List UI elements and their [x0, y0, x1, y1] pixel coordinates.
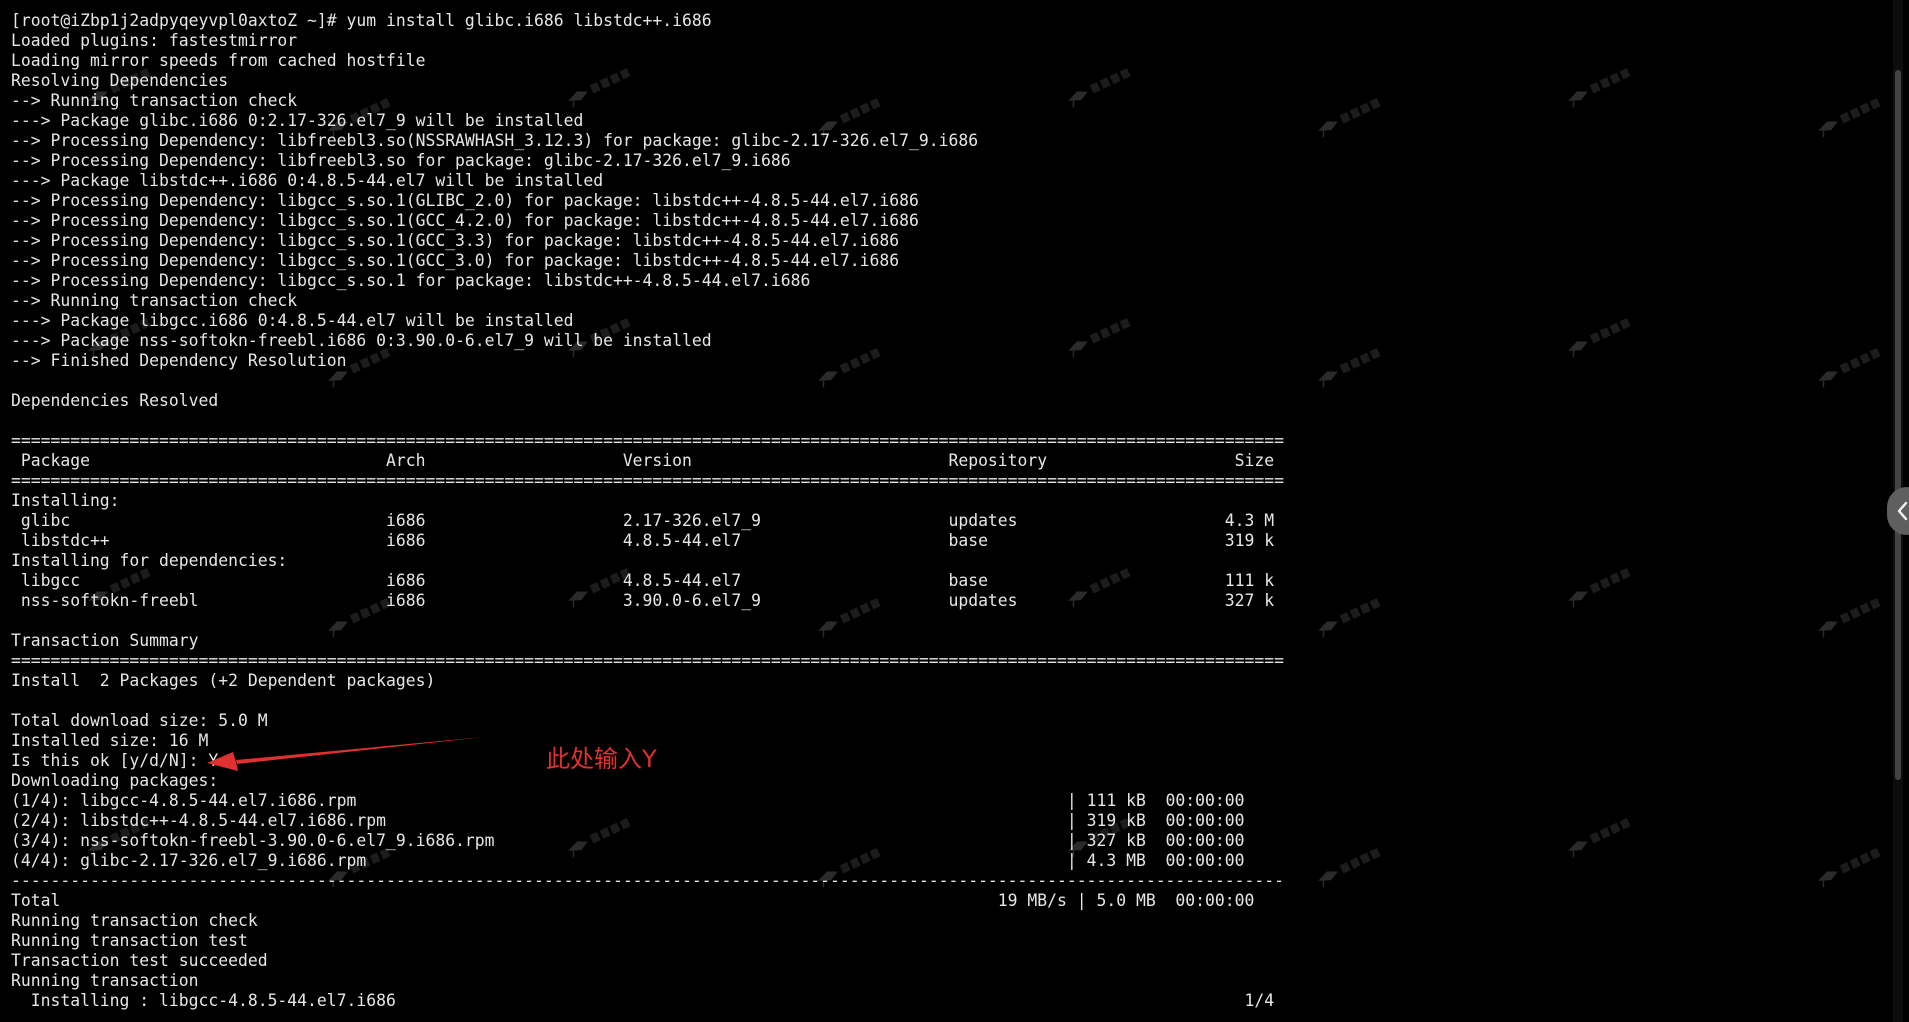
terminal-line: Dependencies Resolved	[11, 391, 219, 410]
terminal-line: libgcc i686 4.8.5-44.el7 base 111 k	[11, 571, 1275, 590]
terminal-line: Total download size: 5.0 M	[11, 711, 268, 730]
terminal-line: --> Processing Dependency: libgcc_s.so.1…	[11, 191, 919, 210]
terminal-line: --> Processing Dependency: libgcc_s.so.1…	[11, 251, 900, 270]
terminal-line: Installing : libgcc-4.8.5-44.el7.i686 1/…	[11, 991, 1275, 1010]
terminal-line: [root@iZbp1j2adpyqeyvpl0axtoZ ~]# yum in…	[11, 11, 712, 30]
terminal-line: Transaction test succeeded	[11, 951, 268, 970]
terminal-line: Running transaction	[11, 971, 199, 990]
terminal-line: Loaded plugins: fastestmirror	[11, 31, 298, 50]
terminal-line: ========================================…	[11, 651, 1284, 670]
terminal-line: libstdc++ i686 4.8.5-44.el7 base 319 k	[11, 531, 1275, 550]
terminal-line: (2/4): libstdc++-4.8.5-44.el7.i686.rpm |…	[11, 811, 1245, 830]
terminal-window[interactable]: [root@iZbp1j2adpyqeyvpl0axtoZ ~]# yum in…	[0, 0, 1890, 1022]
terminal-line: ---> Package libgcc.i686 0:4.8.5-44.el7 …	[11, 311, 574, 330]
terminal-line: --> Processing Dependency: libgcc_s.so.1…	[11, 211, 919, 230]
terminal-line: --> Finished Dependency Resolution	[11, 351, 347, 370]
terminal-line: --> Running transaction check	[11, 91, 298, 110]
terminal-line: Installing:	[11, 491, 120, 510]
terminal-line: Installed size: 16 M	[11, 731, 209, 750]
terminal-output: [root@iZbp1j2adpyqeyvpl0axtoZ ~]# yum in…	[11, 11, 1871, 1011]
terminal-line: (1/4): libgcc-4.8.5-44.el7.i686.rpm | 11…	[11, 791, 1245, 810]
terminal-line: Running transaction check	[11, 911, 258, 930]
terminal-line: nss-softokn-freebl i686 3.90.0-6.el7_9 u…	[11, 591, 1275, 610]
terminal-line: ========================================…	[11, 471, 1284, 490]
terminal-line: Resolving Dependencies	[11, 71, 229, 90]
terminal-line: ---> Package nss-softokn-freebl.i686 0:3…	[11, 331, 712, 350]
terminal-line: (4/4): glibc-2.17-326.el7_9.i686.rpm | 4…	[11, 851, 1245, 870]
terminal-line: Package Arch Version Repository Size	[11, 451, 1275, 470]
terminal-line: --> Processing Dependency: libfreebl3.so…	[11, 151, 791, 170]
terminal-line: glibc i686 2.17-326.el7_9 updates 4.3 M	[11, 511, 1275, 530]
terminal-line: --> Processing Dependency: libfreebl3.so…	[11, 131, 979, 150]
terminal-line: Loading mirror speeds from cached hostfi…	[11, 51, 426, 70]
terminal-line: ---> Package glibc.i686 0:2.17-326.el7_9…	[11, 111, 584, 130]
terminal-line: Install 2 Packages (+2 Dependent package…	[11, 671, 436, 690]
terminal-line: --> Processing Dependency: libgcc_s.so.1…	[11, 271, 811, 290]
terminal-line: --> Running transaction check	[11, 291, 298, 310]
terminal-line: ========================================…	[11, 431, 1284, 450]
terminal-line: Total 19 MB/s | 5.0 MB 00:00:00	[11, 891, 1255, 910]
terminal-line: ---> Package libstdc++.i686 0:4.8.5-44.e…	[11, 171, 604, 190]
terminal-line: Running transaction test	[11, 931, 248, 950]
terminal-line: Installing for dependencies:	[11, 551, 288, 570]
terminal-line: Transaction Summary	[11, 631, 199, 650]
terminal-line: --> Processing Dependency: libgcc_s.so.1…	[11, 231, 900, 250]
terminal-line: ----------------------------------------…	[11, 871, 1284, 890]
chevron-left-icon	[1897, 501, 1908, 521]
scrollbar-thumb[interactable]	[1895, 70, 1901, 780]
terminal-line: Is this ok [y/d/N]: Y	[11, 751, 219, 770]
terminal-line: (3/4): nss-softokn-freebl-3.90.0-6.el7_9…	[11, 831, 1245, 850]
terminal-line: Downloading packages:	[11, 771, 219, 790]
annotation-label: 此处输入Y	[546, 745, 657, 773]
